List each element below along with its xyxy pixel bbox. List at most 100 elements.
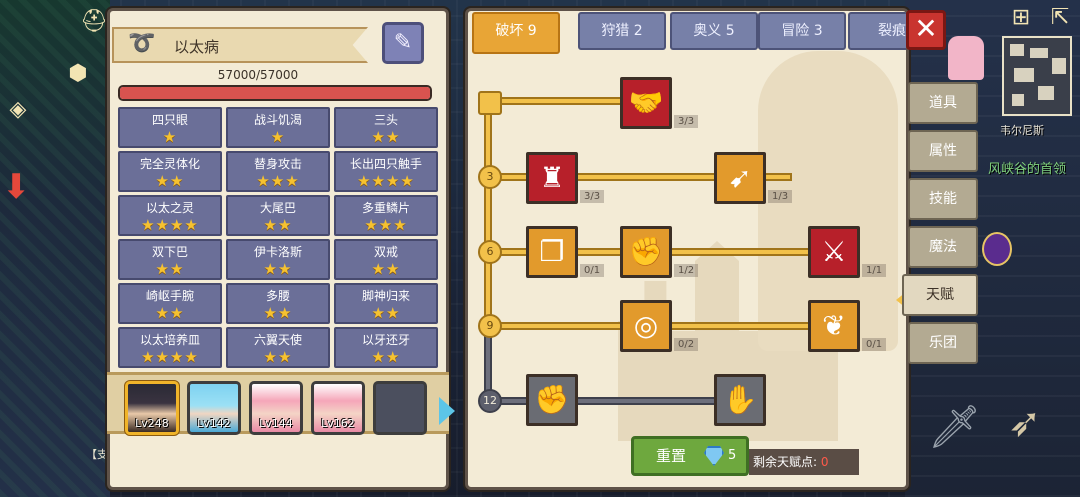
slash-icon: ⚔ [821,235,847,268]
character-roster: Lv248 Lv142 Lv144 Lv162 [107,372,455,435]
points-label: 剩余天赋点: [753,455,818,469]
side-tab[interactable]: 乐团 [908,322,978,364]
skill-punch[interactable]: ✊ [620,226,672,278]
trait-name: 长出四只触手 [349,157,422,171]
trait-stars-icon: ★★ [155,304,185,322]
trait-card[interactable]: 以太之灵 ★★★★ [118,195,222,236]
talent-tab-bar: 破坏 9 狩猎 2 奥义 5 冒险 3 裂痕 [468,11,906,59]
roster-slot[interactable]: Lv144 [249,381,303,435]
reset-label: 重置 [656,447,687,465]
trait-stars-icon: ★★★★ [141,348,199,366]
skill-gauntlet-locked[interactable]: ✋ [714,374,766,426]
talent-panel: 破坏 9 狩猎 2 奥义 5 冒险 3 裂痕 3 6 9 12 🤝 3/3 ♜ 3/3 ➹ 1/3 ❐ 0/… [465,8,909,490]
close-button[interactable]: ✕ [906,10,946,50]
trait-stars-icon: ★★ [155,172,185,190]
roster-slot[interactable]: Lv162 [311,381,365,435]
talent-tab[interactable]: 破坏 9 [472,12,560,54]
network-icon[interactable]: ⊞ [1007,4,1035,32]
trait-card[interactable]: 长出四只触手 ★★★★ [334,151,438,192]
trait-card[interactable]: 伊卡洛斯 ★★ [226,239,330,280]
muscle-icon: ♜ [539,161,565,194]
down-arrow-icon: ⬇ [2,167,31,207]
trait-name: 伊卡洛斯 [253,245,302,259]
talent-level-node: 9 [478,314,502,338]
trait-name: 替身攻击 [253,157,302,171]
skill-fist-locked[interactable]: ✊ [526,374,578,426]
trait-name: 崎岖手腕 [145,289,194,303]
roster-slot[interactable]: Lv142 [187,381,241,435]
skill-slash-blood[interactable]: ⚔ [808,226,860,278]
talent-tab[interactable]: 裂痕 [848,12,906,50]
trait-card[interactable]: 以太培养皿 ★★★★ [118,327,222,368]
roster-next-arrow-icon[interactable] [439,397,455,425]
reset-button[interactable]: 重置 5 [631,436,749,476]
hp-bar-fill [120,87,430,99]
world-left-area [0,0,110,497]
tree-root-node [478,91,502,115]
roster-slot[interactable]: Lv248 [125,381,179,435]
skill-bat-wings[interactable]: ❦ [808,300,860,352]
talent-level-node: 12 [478,389,502,413]
skill-card-break[interactable]: ❐ [526,226,578,278]
character-level: Lv162 [321,417,355,430]
trait-name: 四只眼 [151,113,188,127]
sword-weapon-icon[interactable]: 🗡 [928,402,981,452]
trait-name: 双下巴 [151,245,188,259]
side-tab[interactable]: 技能 [908,178,978,220]
trait-name: 以太培养皿 [139,333,200,347]
skill-arrow-hit[interactable]: ➹ [714,152,766,204]
trait-card[interactable]: 双下巴 ★★ [118,239,222,280]
side-tab[interactable]: 魔法 [908,226,978,268]
side-tab[interactable]: 属性 [908,130,978,172]
potion-icon[interactable] [982,232,1012,266]
trait-stars-icon: ★★★ [364,216,408,234]
tree-branch-row1 [492,97,622,105]
trait-card[interactable]: 四只眼 ★ [118,107,222,148]
trait-card[interactable]: 脚神归来 ★★ [334,283,438,324]
fist-icon: ✊ [534,383,570,416]
character-name: 以太病 [174,38,220,56]
handshake-icon: 🤝 [628,86,664,119]
ring-icon: ◎ [633,309,659,342]
trait-stars-icon: ★★ [371,348,401,366]
trait-name: 战斗饥渴 [253,113,302,127]
trait-stars-icon: ★★★★ [141,216,199,234]
close-icon: ✕ [914,12,938,45]
talent-tab[interactable]: 奥义 5 [670,12,758,50]
trait-stars-icon: ★★ [371,128,401,146]
chat-tag: 【支 [86,448,108,461]
trait-card[interactable]: 崎岖手腕 ★★ [118,283,222,324]
trait-card[interactable]: 大尾巴 ★★ [226,195,330,236]
side-tab[interactable]: 道具 [908,82,978,124]
talent-tab[interactable]: 狩猎 2 [578,12,666,50]
trait-card[interactable]: 多重鳞片 ★★★ [334,195,438,236]
tree-trunk-active [484,99,492,329]
trait-card[interactable]: 战斗饥渴 ★ [226,107,330,148]
minimap[interactable] [1002,36,1072,116]
trait-card[interactable]: 多腰 ★★ [226,283,330,324]
trait-card[interactable]: 以牙还牙 ★★ [334,327,438,368]
skill-count: 3/3 [674,115,699,128]
trait-card[interactable]: 六翼天使 ★★ [226,327,330,368]
skill-muscle[interactable]: ♜ [526,152,578,204]
syringe-edit-button[interactable]: ✎ [382,22,424,64]
roster-slot[interactable] [373,381,427,435]
hp-value: 57000/57000 [217,68,299,82]
reset-cost: 5 [728,448,737,463]
skill-arm-wrestle[interactable]: 🤝 [620,77,672,129]
bow-weapon-icon[interactable]: ➶ [1008,400,1042,446]
talent-tab[interactable]: 冒险 3 [758,12,846,50]
trait-stars-icon: ★★ [263,348,293,366]
skill-ring-ground[interactable]: ◎ [620,300,672,352]
trait-name: 完全灵体化 [139,157,200,171]
trait-card[interactable]: 三头 ★★ [334,107,438,148]
side-tab[interactable]: 天赋 [902,274,978,316]
trait-stars-icon: ★★ [263,216,293,234]
trait-card[interactable]: 完全灵体化 ★★ [118,151,222,192]
trait-card[interactable]: 双戒 ★★ [334,239,438,280]
diamond-icon [704,446,724,466]
character-name-banner: ➰ 以太病 [112,27,368,63]
trait-card[interactable]: 替身攻击 ★★★ [226,151,330,192]
exit-icon[interactable]: ⇱ [1046,4,1074,32]
trait-stars-icon: ★★★ [256,172,300,190]
